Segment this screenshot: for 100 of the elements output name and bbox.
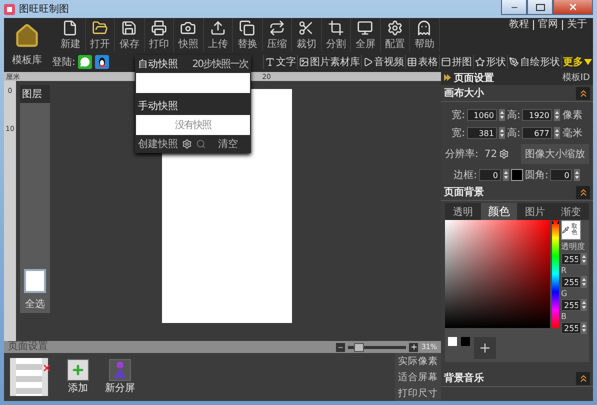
select-all-button[interactable]: 全选 — [20, 295, 50, 313]
crop-icon — [328, 20, 344, 36]
spinner-icon[interactable] — [581, 253, 587, 265]
toolbar-button[interactable]: 压缩 — [262, 18, 292, 52]
settings-icon[interactable] — [499, 149, 510, 159]
insert-button[interactable]: 文字 — [263, 55, 297, 69]
field-label: 高: — [507, 126, 520, 140]
zoom-in-button[interactable] — [409, 342, 418, 352]
spinner-icon[interactable] — [581, 322, 587, 334]
template-id-label: 模板ID — [562, 72, 590, 84]
empty-message: 没有快照 — [175, 118, 211, 132]
minimize-button[interactable] — [501, 0, 527, 15]
clear-button[interactable]: 清空 — [218, 137, 238, 151]
view-mode-button[interactable]: 打印尺寸 — [398, 386, 438, 400]
number-field[interactable]: 0 — [550, 169, 572, 181]
insert-button[interactable]: 表格 — [405, 55, 439, 69]
spinner-icon[interactable] — [499, 109, 505, 121]
text-icon — [265, 57, 275, 67]
spinner-icon[interactable] — [499, 127, 505, 139]
delete-icon[interactable] — [42, 363, 52, 373]
insert-button[interactable]: 音视频 — [361, 55, 405, 69]
penguin-icon[interactable] — [95, 55, 110, 69]
split-screen-button[interactable]: 新分屏 — [105, 359, 135, 401]
view-mode-button[interactable]: 实际像素 — [398, 354, 438, 368]
nav-link[interactable]: 官网 — [533, 20, 558, 30]
close-button[interactable] — [553, 0, 593, 15]
layer-thumbnail[interactable] — [24, 269, 46, 293]
close-icon — [568, 2, 578, 12]
spinner-icon[interactable] — [581, 276, 587, 288]
more-button[interactable]: 更多 — [561, 55, 593, 69]
spinner-icon[interactable] — [581, 299, 587, 311]
view-mode-button[interactable]: 适合屏幕 — [398, 370, 438, 384]
scissors-icon — [298, 20, 314, 36]
toolbar-button[interactable]: 帮助 — [410, 18, 440, 52]
spinner-icon[interactable] — [574, 169, 580, 181]
toolbar-button[interactable]: 分割 — [322, 18, 351, 52]
save-icon — [121, 20, 138, 36]
toolbar-button[interactable]: 裁切 — [292, 18, 322, 52]
color-swatch[interactable] — [511, 169, 523, 181]
spinner-icon[interactable] — [554, 109, 560, 121]
page-thumbnail[interactable] — [10, 358, 48, 396]
color-swatch[interactable] — [448, 337, 457, 346]
nav-link[interactable]: 教程 — [505, 20, 529, 30]
color-swatch[interactable] — [461, 337, 470, 346]
toolbar-button[interactable]: 新建 — [56, 18, 86, 52]
maximize-button[interactable] — [527, 0, 553, 15]
toolbar-button[interactable]: 配置 — [380, 18, 410, 52]
template-library-button[interactable]: 模板库 — [4, 18, 50, 72]
snapshot-interval: 20步快照一次 — [192, 58, 248, 71]
insert-button[interactable]: 拼图 — [439, 55, 473, 69]
settings-icon[interactable] — [182, 139, 192, 149]
collapse-button[interactable] — [576, 86, 590, 100]
number-field[interactable]: 677 — [522, 127, 552, 139]
channel-label: R — [561, 266, 567, 275]
pen-icon — [509, 57, 519, 67]
toolbar-button[interactable]: 打开 — [86, 18, 115, 52]
toolbar-button[interactable]: 上传 — [204, 18, 233, 52]
document-icon — [62, 20, 78, 36]
color-gradient-picker[interactable] — [445, 220, 550, 328]
number-field[interactable]: 381 — [467, 127, 497, 139]
add-page-button[interactable]: 添加 — [63, 359, 93, 401]
toolbar-button[interactable]: 保存 — [115, 18, 144, 52]
camera-icon — [180, 20, 196, 36]
hue-slider[interactable] — [552, 220, 559, 328]
create-snapshot-button[interactable]: 创建快照 — [138, 137, 178, 151]
house-icon — [14, 23, 40, 49]
add-color-button[interactable] — [474, 337, 496, 359]
repeat-icon — [268, 20, 285, 36]
insert-button[interactable]: 形状 — [473, 55, 507, 69]
channel-label: G — [561, 289, 568, 298]
toolbar-button[interactable]: 快照 — [174, 18, 204, 52]
login-label: 登陆: — [52, 56, 76, 69]
collapse-button[interactable] — [576, 186, 590, 198]
toolbar-button[interactable]: 替换 — [233, 18, 262, 52]
nav-link[interactable]: 关于 — [562, 20, 587, 30]
insert-button[interactable]: 自绘形状 — [507, 55, 561, 69]
image-icon — [299, 57, 309, 67]
insert-button[interactable]: 图片素材库 — [297, 55, 361, 69]
field-label: 宽: — [452, 108, 465, 122]
number-field[interactable]: 0 — [479, 169, 501, 181]
slider-thumb[interactable] — [354, 342, 364, 352]
number-field[interactable]: 1920 — [522, 109, 552, 121]
channel-label: B — [561, 312, 566, 321]
unit-label: 像素 — [562, 108, 582, 122]
spinner-icon[interactable] — [554, 127, 560, 139]
tab[interactable]: 颜色 — [481, 203, 517, 220]
monitor-icon — [357, 20, 374, 36]
toolbar-button[interactable]: 全屏 — [351, 18, 380, 52]
chat-bubble-icon[interactable] — [78, 55, 92, 69]
copy-icon — [239, 20, 256, 36]
collapse-button[interactable] — [576, 372, 590, 384]
spinner-icon[interactable] — [503, 169, 509, 181]
resize-button[interactable]: 图像大小缩放 — [521, 144, 589, 164]
toolbar-button[interactable]: 打印 — [144, 18, 174, 52]
search-icon[interactable] — [196, 139, 206, 149]
section-title: 页面背景 — [444, 186, 484, 199]
zoom-out-button[interactable] — [336, 342, 346, 352]
number-field[interactable]: 1060 — [467, 109, 497, 121]
pawn-icon — [109, 359, 131, 381]
field-label: 圆角: — [525, 169, 548, 182]
